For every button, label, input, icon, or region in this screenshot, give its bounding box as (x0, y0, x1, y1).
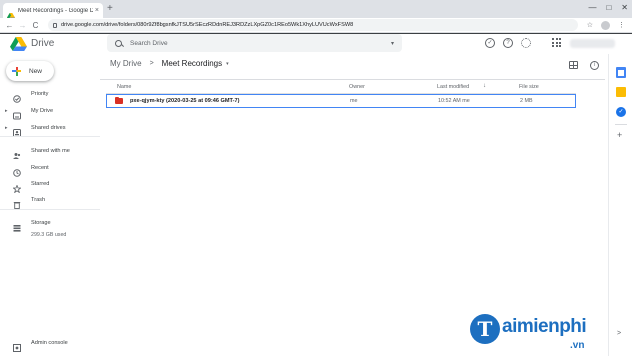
drive-app: Drive Search Drive ▾ ✓ ? New Priority ▸ … (0, 34, 632, 356)
sidebar-item-label: Starred (31, 180, 50, 187)
settings-icon[interactable] (521, 38, 531, 48)
column-header-name[interactable]: Name (117, 84, 131, 90)
folder-menu-caret-icon[interactable]: ▾ (226, 61, 229, 67)
tab-close-icon[interactable]: × (95, 7, 99, 14)
drive-header: Drive Search Drive ▾ ✓ ? (0, 34, 632, 54)
people-icon (13, 147, 21, 159)
sidebar-item-starred[interactable]: Starred (0, 177, 100, 194)
account-info[interactable] (570, 39, 615, 48)
url-text: drive.google.com/drive/folders/080r9Zf8b… (61, 22, 354, 28)
browser-tab[interactable]: Meet Recordings - Google Drive × (3, 3, 103, 20)
checkbox-circle-icon (13, 90, 21, 103)
apps-icon[interactable] (552, 38, 561, 47)
file-owner: me (350, 98, 358, 104)
toolbar-actions: ☆ ⋮ (587, 20, 629, 30)
shared-drives-icon (13, 124, 21, 137)
sidebar-item-shared-drives[interactable]: ▸ Shared drives (0, 121, 100, 137)
drive-logo-text[interactable]: Drive (31, 38, 54, 49)
search-options-icon[interactable]: ▾ (391, 40, 394, 47)
new-button[interactable]: New (6, 61, 54, 81)
new-tab-button[interactable]: + (107, 3, 113, 15)
maximize-button[interactable]: □ (606, 2, 611, 14)
sidebar-item-label: Admin console (31, 339, 68, 346)
expand-arrow-icon[interactable]: ▸ (5, 108, 8, 114)
watermark-text: aimienphi (502, 316, 587, 337)
sidebar-divider (0, 136, 100, 137)
sidebar-item-label: Priority (31, 90, 49, 97)
tasks-icon[interactable]: ✓ (616, 107, 626, 117)
drive-logo-icon[interactable] (10, 37, 27, 51)
sidebar-item-label: Recent (31, 164, 49, 171)
watermark-domain: .vn (570, 340, 585, 351)
lock-icon (53, 22, 57, 28)
tab-title: Meet Recordings - Google Drive (18, 7, 93, 14)
breadcrumb-current-folder[interactable]: Meet Recordings (162, 59, 222, 68)
sidebar-item-label: Shared with me (31, 147, 70, 154)
storage-used-text: 299.3 GB used (31, 232, 67, 238)
help-icon[interactable]: ? (503, 38, 513, 48)
profile-avatar[interactable] (601, 20, 610, 30)
sidebar-item-label: Storage (31, 219, 51, 226)
sidebar-item-my-drive[interactable]: ▸ My Drive (0, 104, 100, 119)
file-last-modified: 10:52 AM me (438, 98, 470, 104)
trash-icon (13, 196, 21, 209)
breadcrumb: My Drive > Meet Recordings ▾ (110, 59, 229, 68)
search-bar[interactable]: Search Drive ▾ (107, 34, 402, 52)
browser-menu-icon[interactable]: ⋮ (618, 21, 625, 29)
search-icon[interactable] (115, 39, 122, 47)
browser-tabstrip: Meet Recordings - Google Drive × + — □ ✕ (0, 0, 632, 20)
storage-icon (13, 219, 21, 232)
sidebar-item-label: My Drive (31, 107, 54, 114)
file-size: 2 MB (520, 98, 533, 104)
sidebar-item-trash[interactable]: Trash (0, 193, 100, 209)
sidebar-item-storage[interactable]: Storage (0, 216, 100, 232)
file-row[interactable]: pxe-qjym-kty (2020-03-25 at 09:46 GMT-7)… (106, 94, 576, 108)
browser-toolbar: ← → C drive.google.com/drive/folders/080… (0, 18, 632, 33)
calendar-icon[interactable] (616, 67, 626, 78)
grid-view-icon[interactable] (569, 61, 578, 69)
clock-icon (13, 164, 21, 177)
main-divider (100, 79, 605, 80)
bookmark-star-icon[interactable]: ☆ (587, 21, 593, 29)
keep-icon[interactable] (616, 87, 626, 97)
file-name: pxe-qjym-kty (2020-03-25 at 09:46 GMT-7) (130, 98, 240, 104)
minimize-button[interactable]: — (588, 2, 596, 14)
column-header-file-size[interactable]: File size (519, 84, 539, 90)
view-controls: i (569, 61, 599, 70)
breadcrumb-separator-icon: > (149, 60, 154, 67)
admin-icon (13, 339, 21, 352)
my-drive-icon (13, 107, 21, 119)
column-header-owner[interactable]: Owner (349, 84, 365, 90)
window-controls: — □ ✕ (588, 2, 628, 14)
support-icon[interactable]: ✓ (485, 38, 495, 48)
drive-favicon-icon (7, 7, 15, 20)
info-icon[interactable]: i (590, 61, 599, 70)
sidebar-item-admin-console[interactable]: Admin console (0, 336, 100, 352)
close-window-button[interactable]: ✕ (621, 2, 628, 14)
star-icon (12, 180, 22, 194)
sidebar-item-priority[interactable]: Priority (0, 87, 100, 103)
back-button[interactable]: ← (3, 21, 16, 30)
sidebar-divider (0, 209, 100, 210)
sidebar-item-shared-with-me[interactable]: Shared with me (0, 144, 100, 159)
address-bar[interactable]: drive.google.com/drive/folders/080r9Zf8b… (48, 19, 578, 31)
add-addon-icon[interactable]: + (617, 130, 622, 140)
breadcrumb-my-drive[interactable]: My Drive (110, 59, 142, 68)
forward-button[interactable]: → (16, 21, 29, 30)
sidebar-item-recent[interactable]: Recent (0, 161, 100, 177)
column-header-last-modified[interactable]: Last modified (437, 84, 469, 90)
sidebar-item-label: Shared drives (31, 124, 66, 131)
sidebar-item-label: Trash (31, 196, 46, 203)
plus-icon (12, 66, 21, 76)
folder-icon (115, 96, 123, 104)
expand-arrow-icon[interactable]: ▸ (5, 125, 8, 131)
watermark-circle: T (470, 314, 500, 344)
sort-arrow-icon[interactable]: ↓ (483, 83, 486, 89)
reload-button[interactable]: C (29, 21, 42, 30)
search-input[interactable]: Search Drive (130, 40, 391, 47)
new-button-label: New (29, 67, 43, 75)
side-panel-divider (615, 124, 627, 125)
watermark-logo: T aimienphi .vn (470, 304, 620, 356)
